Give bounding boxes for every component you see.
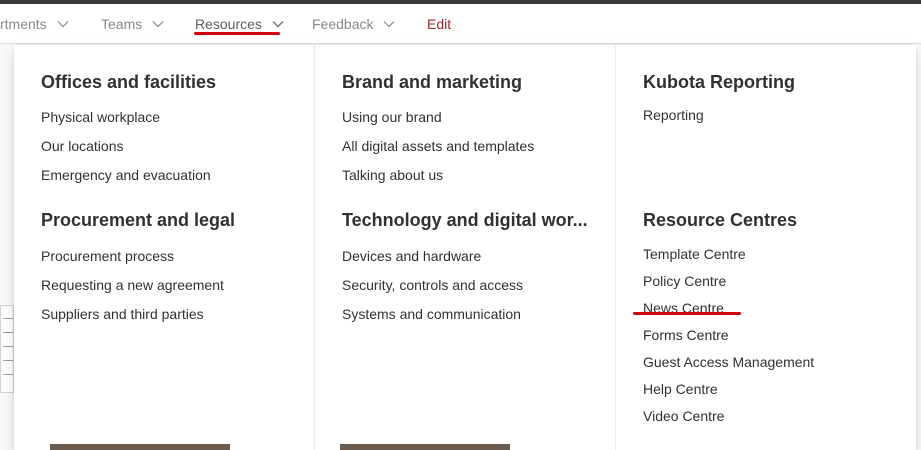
section-heading-brand-and-marketing: Brand and marketing [342, 72, 523, 92]
section-heading-kubota-reporting: Kubota Reporting [643, 72, 795, 92]
nav-edit-link[interactable]: Edit [427, 4, 451, 44]
chevron-down-icon [57, 20, 69, 28]
chevron-down-icon [272, 20, 284, 28]
nav-item-feedback[interactable]: Feedback [312, 4, 395, 44]
link-procurement-process[interactable]: Procurement process [41, 248, 174, 264]
link-template-centre[interactable]: Template Centre [643, 246, 746, 262]
link-requesting-a-new-agreement[interactable]: Requesting a new agreement [41, 277, 224, 293]
nav-item-label: Feedback [312, 16, 374, 32]
chevron-down-icon [152, 20, 164, 28]
link-talking-about-us[interactable]: Talking about us [342, 167, 443, 183]
link-devices-and-hardware[interactable]: Devices and hardware [342, 248, 481, 264]
link-reporting[interactable]: Reporting [643, 107, 704, 123]
link-policy-centre[interactable]: Policy Centre [643, 273, 726, 289]
link-emergency-and-evacuation[interactable]: Emergency and evacuation [41, 167, 211, 183]
background-photo [340, 444, 510, 450]
menu-column-1: Offices and facilities Physical workplac… [14, 45, 314, 450]
link-guest-access-management[interactable]: Guest Access Management [643, 354, 814, 370]
nav-item-teams[interactable]: Teams [101, 4, 164, 44]
link-all-digital-assets-and-templates[interactable]: All digital assets and templates [342, 138, 534, 154]
link-video-centre[interactable]: Video Centre [643, 408, 724, 424]
nav-item-label: Resources [195, 16, 262, 32]
nav-item-label: rtments [0, 16, 47, 32]
link-help-centre[interactable]: Help Centre [643, 381, 718, 397]
nav-item-label: Edit [427, 16, 452, 32]
section-heading-resource-centres: Resource Centres [643, 210, 798, 230]
menu-column-2: Brand and marketing Using our brand All … [314, 45, 615, 450]
site-navigation: rtments Teams Resources Feedback Edit [0, 4, 921, 44]
chevron-down-icon [383, 20, 395, 28]
background-page-right [916, 45, 921, 450]
nav-item-label: Teams [101, 16, 143, 32]
nav-item-resources[interactable]: Resources [195, 4, 284, 44]
link-forms-centre[interactable]: Forms Centre [643, 327, 729, 343]
link-systems-and-communication[interactable]: Systems and communication [342, 306, 521, 322]
section-heading-procurement-and-legal: Procurement and legal [41, 210, 236, 230]
link-using-our-brand[interactable]: Using our brand [342, 109, 442, 125]
background-photo [50, 444, 230, 450]
resources-highlight-underline [194, 32, 280, 35]
resources-dropdown-menu: Offices and facilities Physical workplac… [14, 45, 916, 450]
background-document-thumbnail [0, 305, 14, 393]
link-physical-workplace[interactable]: Physical workplace [41, 109, 160, 125]
nav-item-departments[interactable]: rtments [0, 4, 69, 44]
section-heading-technology-and-digital: Technology and digital wor... [342, 210, 588, 230]
news-centre-highlight-underline [633, 312, 741, 315]
link-suppliers-and-third-parties[interactable]: Suppliers and third parties [41, 306, 204, 322]
menu-column-3: Kubota Reporting Reporting Resource Cent… [615, 45, 916, 450]
link-our-locations[interactable]: Our locations [41, 138, 123, 154]
section-heading-offices-and-facilities: Offices and facilities [41, 72, 217, 92]
link-security-controls-and-access[interactable]: Security, controls and access [342, 277, 523, 293]
